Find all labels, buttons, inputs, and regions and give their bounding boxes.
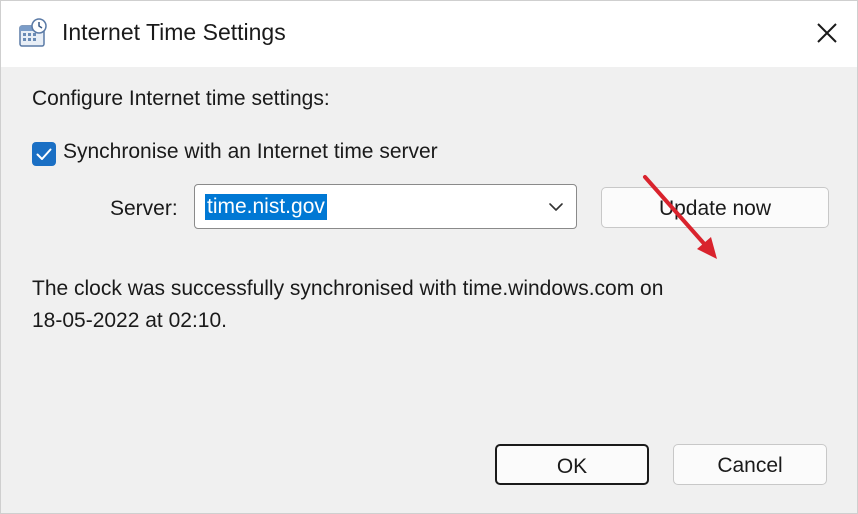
close-button[interactable]: [807, 13, 847, 53]
cancel-button[interactable]: Cancel: [673, 444, 827, 485]
ok-button[interactable]: OK: [495, 444, 649, 485]
sync-checkbox[interactable]: [32, 142, 56, 166]
window-title: Internet Time Settings: [62, 19, 286, 45]
server-combobox[interactable]: time.nist.gov: [194, 184, 577, 229]
annotation-arrow-icon: [637, 171, 727, 265]
sync-status-line-2: 18-05-2022 at 02:10.: [32, 309, 227, 332]
server-input-value[interactable]: time.nist.gov: [205, 194, 327, 220]
dialog-content: Configure Internet time settings: Synchr…: [1, 67, 857, 513]
clock-calendar-icon: [17, 17, 49, 49]
section-heading: Configure Internet time settings:: [32, 87, 330, 110]
internet-time-settings-dialog: Internet Time Settings Configure Interne…: [0, 0, 858, 514]
checkmark-icon: [36, 148, 52, 160]
sync-checkbox-label[interactable]: Synchronise with an Internet time server: [63, 140, 438, 164]
sync-status-line-1: The clock was successfully synchronised …: [32, 277, 664, 300]
server-label: Server:: [110, 197, 178, 220]
title-bar: Internet Time Settings: [1, 1, 857, 67]
chevron-down-icon[interactable]: [546, 197, 566, 217]
close-icon: [817, 23, 837, 43]
sync-status-text: The clock was successfully synchronised …: [32, 273, 792, 337]
